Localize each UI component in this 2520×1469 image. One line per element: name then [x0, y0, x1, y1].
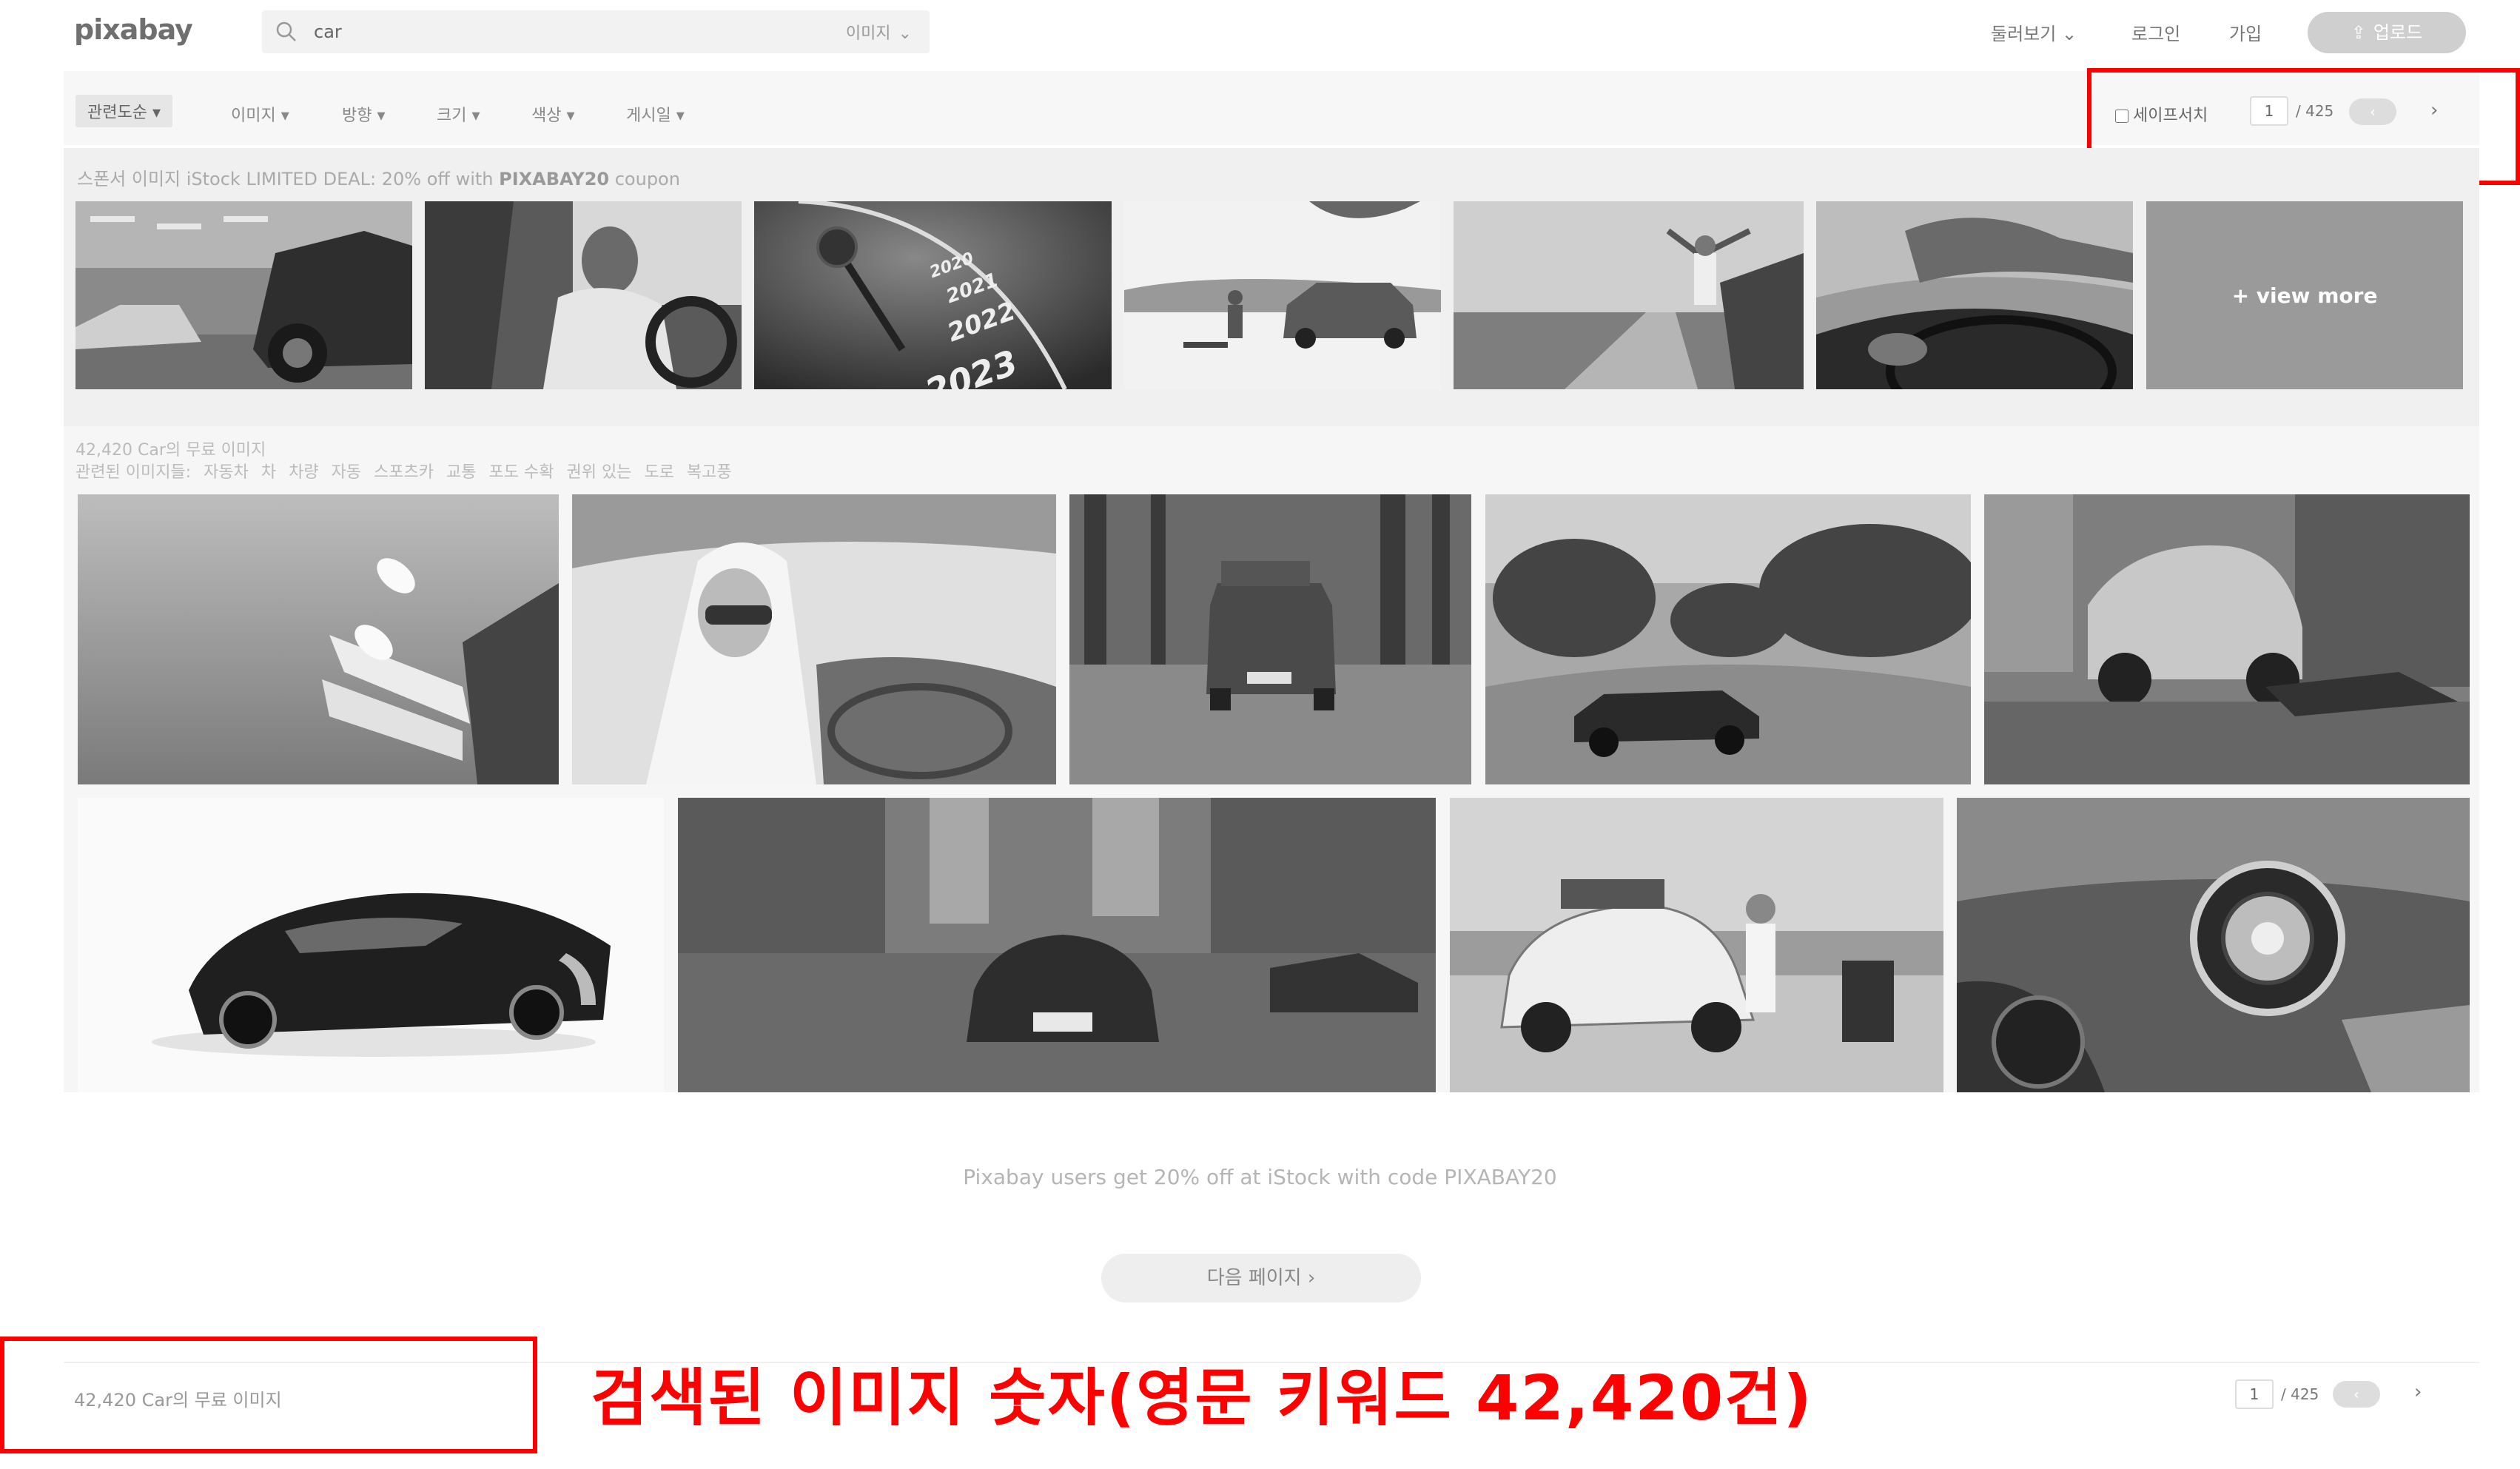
related-label: 관련된 이미지들:	[75, 463, 192, 482]
sponsored-image[interactable]	[425, 201, 742, 389]
annotation-caption: 검색된 이미지 숫자(영문 키워드 42,420건)	[591, 1362, 1813, 1434]
related-tag[interactable]: 차	[261, 463, 276, 482]
footer-page-total: / 425	[2281, 1385, 2319, 1403]
size-filter[interactable]: 크기 ▾	[437, 102, 480, 126]
istock-promo-text: Pixabay users get 20% off at iStock with…	[963, 1165, 1557, 1189]
view-more-label: + view more	[2231, 283, 2378, 308]
type-filter[interactable]: 이미지 ▾	[231, 102, 289, 126]
next-page-button[interactable]: 다음 페이지 ›	[1101, 1254, 1421, 1302]
result-image[interactable]	[1957, 798, 2470, 1092]
sponsor-label: 스폰서 이미지 iStock LIMITED DEAL: 20% off wit…	[77, 169, 680, 189]
chevron-down-icon: ⌄	[2061, 24, 2077, 44]
search-icon[interactable]	[275, 21, 298, 43]
color-filter[interactable]: 색상 ▾	[531, 102, 575, 126]
orientation-filter[interactable]: 방향 ▾	[342, 102, 386, 126]
sponsored-image[interactable]	[75, 201, 412, 389]
annotation-highlight-box	[0, 1337, 537, 1453]
result-image[interactable]	[78, 494, 559, 784]
result-image[interactable]	[1069, 494, 1471, 784]
result-image[interactable]	[1450, 798, 1943, 1092]
sponsored-image[interactable]: 2020 2021 2022 2023	[754, 201, 1112, 389]
date-filter[interactable]: 게시일 ▾	[626, 102, 685, 126]
pixabay-logo[interactable]: pixabay	[74, 13, 193, 46]
related-tag[interactable]: 자동차	[204, 463, 249, 482]
search-type-select[interactable]: 이미지 ⌄	[846, 20, 912, 44]
join-link[interactable]: 가입	[2229, 19, 2262, 45]
view-more-tile[interactable]: + view more	[2146, 201, 2463, 389]
explore-menu[interactable]: 둘러보기 ⌄	[1991, 19, 2077, 45]
search-input[interactable]	[314, 18, 773, 46]
related-tag[interactable]: 차량	[289, 463, 318, 482]
related-tag[interactable]: 권위 있는	[566, 463, 631, 482]
result-image[interactable]	[678, 798, 1436, 1092]
related-tag[interactable]: 포도 수확	[489, 463, 554, 482]
upload-icon: ⇪	[2351, 22, 2366, 43]
upload-button[interactable]: ⇪ 업로드	[2308, 12, 2466, 53]
result-image[interactable]	[572, 494, 1056, 784]
related-tag[interactable]: 스포츠카	[374, 463, 434, 482]
result-image[interactable]	[1984, 494, 2470, 784]
related-tag[interactable]: 자동	[332, 463, 361, 482]
sort-filter[interactable]: 관련도순 ▾	[75, 95, 172, 127]
sponsored-image[interactable]	[1454, 201, 1804, 389]
search-type-label: 이미지	[845, 24, 891, 43]
sponsored-image[interactable]	[1124, 201, 1441, 389]
sponsored-image[interactable]	[1816, 201, 2133, 389]
search-bar: 이미지 ⌄	[262, 10, 930, 53]
footer-prev-page-button[interactable]: ‹	[2333, 1381, 2380, 1408]
related-tag[interactable]: 복고풍	[687, 463, 732, 482]
result-image[interactable]	[1485, 494, 1971, 784]
upload-label: 업로드	[2373, 22, 2423, 43]
related-tags: 관련된 이미지들: 자동차 차 차량 자동 스포츠카 교통 포도 수확 권위 있…	[75, 459, 739, 483]
footer-next-page-button[interactable]: ›	[2414, 1381, 2422, 1403]
related-tag[interactable]: 교통	[446, 463, 476, 482]
footer-page-number-input[interactable]: 1	[2235, 1379, 2274, 1409]
chevron-down-icon: ⌄	[898, 24, 912, 43]
result-image[interactable]	[78, 798, 664, 1092]
related-tag[interactable]: 도로	[644, 463, 673, 482]
login-link[interactable]: 로그인	[2131, 19, 2180, 45]
result-count: 42,420 Car의 무료 이미지	[75, 441, 266, 460]
